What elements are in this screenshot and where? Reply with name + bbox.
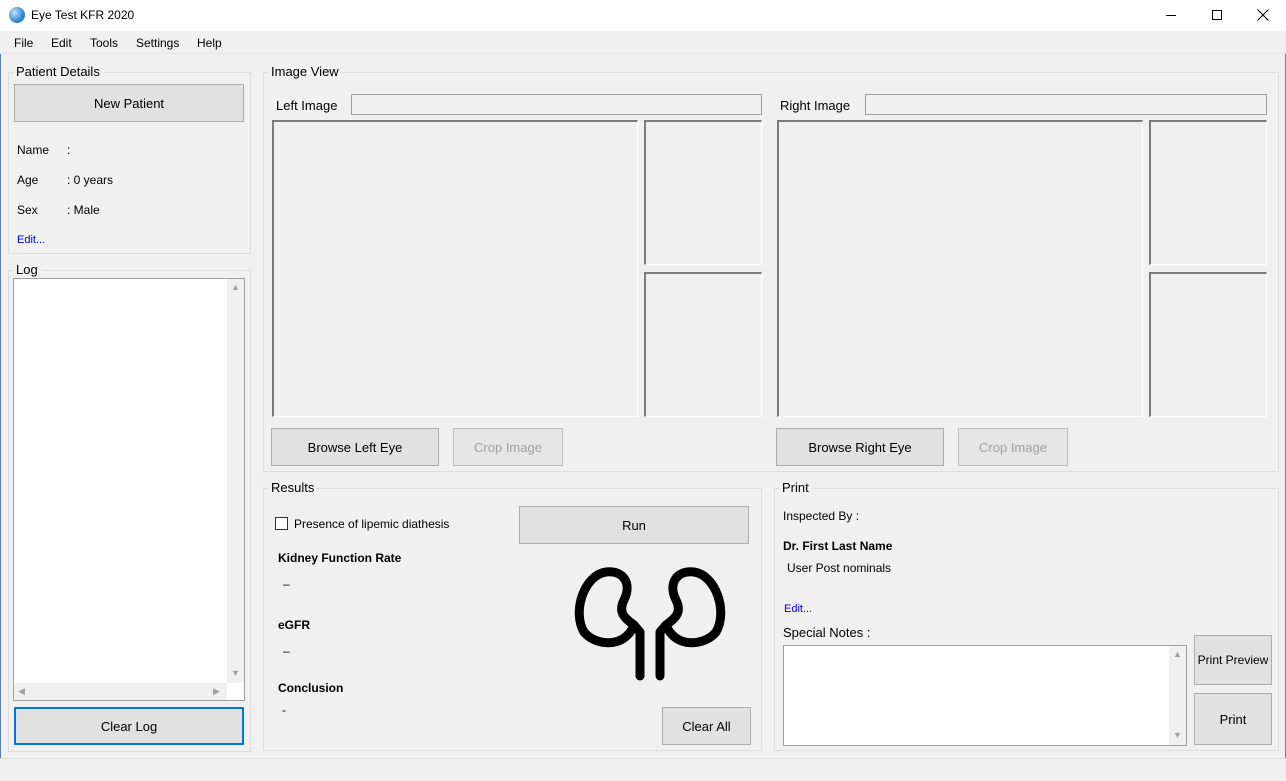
- lipemic-diathesis-checkbox[interactable]: [275, 517, 288, 530]
- new-patient-button[interactable]: New Patient: [14, 84, 244, 122]
- scroll-down-icon[interactable]: ▼: [1173, 730, 1182, 740]
- print-button[interactable]: Print: [1194, 693, 1272, 745]
- sex-value: : Male: [67, 203, 100, 217]
- post-nominals: User Post nominals: [787, 561, 892, 575]
- left-image-path-field[interactable]: [351, 94, 762, 115]
- menu-tools[interactable]: Tools: [90, 36, 118, 50]
- scroll-left-icon[interactable]: ◀: [18, 686, 25, 697]
- log-title: Log: [13, 262, 41, 277]
- clear-all-button[interactable]: Clear All: [662, 707, 751, 745]
- app-logo-icon: [9, 7, 25, 23]
- scroll-up-icon[interactable]: ▲: [1173, 649, 1182, 659]
- notes-vertical-scrollbar[interactable]: ▲ ▼: [1169, 646, 1186, 745]
- name-value: :: [67, 143, 71, 157]
- maximize-button[interactable]: [1194, 0, 1240, 31]
- conclusion-value: -: [282, 703, 286, 717]
- scroll-up-icon[interactable]: ▲: [231, 282, 240, 292]
- log-vertical-scrollbar[interactable]: ▲ ▼: [227, 279, 244, 683]
- special-notes-textarea[interactable]: [783, 645, 1187, 746]
- log-textarea[interactable]: [13, 278, 245, 701]
- run-button[interactable]: Run: [519, 506, 749, 544]
- browse-left-eye-button[interactable]: Browse Left Eye: [271, 428, 439, 466]
- kidneys-icon: [574, 567, 726, 681]
- menu-help[interactable]: Help: [197, 36, 222, 50]
- right-image-path-field[interactable]: [865, 94, 1267, 115]
- left-image-label: Left Image: [276, 98, 338, 113]
- minimize-button[interactable]: [1148, 0, 1194, 31]
- conclusion-label: Conclusion: [278, 681, 344, 695]
- image-view-title: Image View: [268, 64, 342, 79]
- print-preview-button[interactable]: Print Preview: [1194, 635, 1272, 685]
- print-title: Print: [779, 480, 812, 495]
- menu-file[interactable]: File: [14, 36, 33, 50]
- browse-right-eye-button[interactable]: Browse Right Eye: [776, 428, 944, 466]
- right-image-label: Right Image: [780, 98, 851, 113]
- kidney-function-rate-value: –: [283, 577, 290, 591]
- scroll-right-icon[interactable]: ▶: [213, 686, 220, 697]
- maximize-icon: [1212, 10, 1222, 20]
- left-image-thumb-bottom: [644, 272, 762, 417]
- left-image-main-pane: [272, 120, 638, 417]
- kidney-function-rate-label: Kidney Function Rate: [278, 551, 402, 565]
- right-image-main-pane: [777, 120, 1143, 417]
- results-title: Results: [268, 480, 318, 495]
- close-button[interactable]: [1240, 0, 1286, 31]
- patient-details-title: Patient Details: [13, 64, 103, 79]
- right-image-thumb-bottom: [1149, 272, 1267, 417]
- close-icon: [1257, 9, 1269, 21]
- lipemic-diathesis-label: Presence of lipemic diathesis: [294, 517, 450, 531]
- age-value: : 0 years: [67, 173, 114, 187]
- title-bar[interactable]: Eye Test KFR 2020: [0, 0, 1286, 31]
- egfr-label: eGFR: [278, 618, 311, 632]
- log-horizontal-scrollbar[interactable]: ◀ ▶: [14, 683, 227, 700]
- inspected-by-label: Inspected By :: [783, 509, 860, 523]
- sex-label: Sex: [17, 203, 38, 217]
- menu-bar: [0, 31, 1286, 54]
- crop-right-image-button[interactable]: Crop Image: [958, 428, 1068, 466]
- menu-edit[interactable]: Edit: [51, 36, 72, 50]
- print-edit-link[interactable]: Edit...: [784, 603, 812, 615]
- menu-settings[interactable]: Settings: [136, 36, 179, 50]
- doctor-name: Dr. First Last Name: [783, 539, 893, 553]
- name-label: Name: [17, 143, 50, 157]
- clear-log-button[interactable]: Clear Log: [14, 707, 244, 745]
- right-image-thumb-top: [1149, 120, 1267, 265]
- age-label: Age: [17, 173, 39, 187]
- minimize-icon: [1166, 15, 1176, 16]
- patient-edit-link[interactable]: Edit...: [17, 234, 45, 246]
- special-notes-label: Special Notes :: [783, 625, 871, 640]
- scroll-down-icon[interactable]: ▼: [231, 668, 240, 678]
- status-bar: [0, 758, 1286, 781]
- crop-left-image-button[interactable]: Crop Image: [453, 428, 563, 466]
- left-image-thumb-top: [644, 120, 762, 265]
- window-title: Eye Test KFR 2020: [31, 8, 135, 22]
- egfr-value: –: [283, 644, 290, 658]
